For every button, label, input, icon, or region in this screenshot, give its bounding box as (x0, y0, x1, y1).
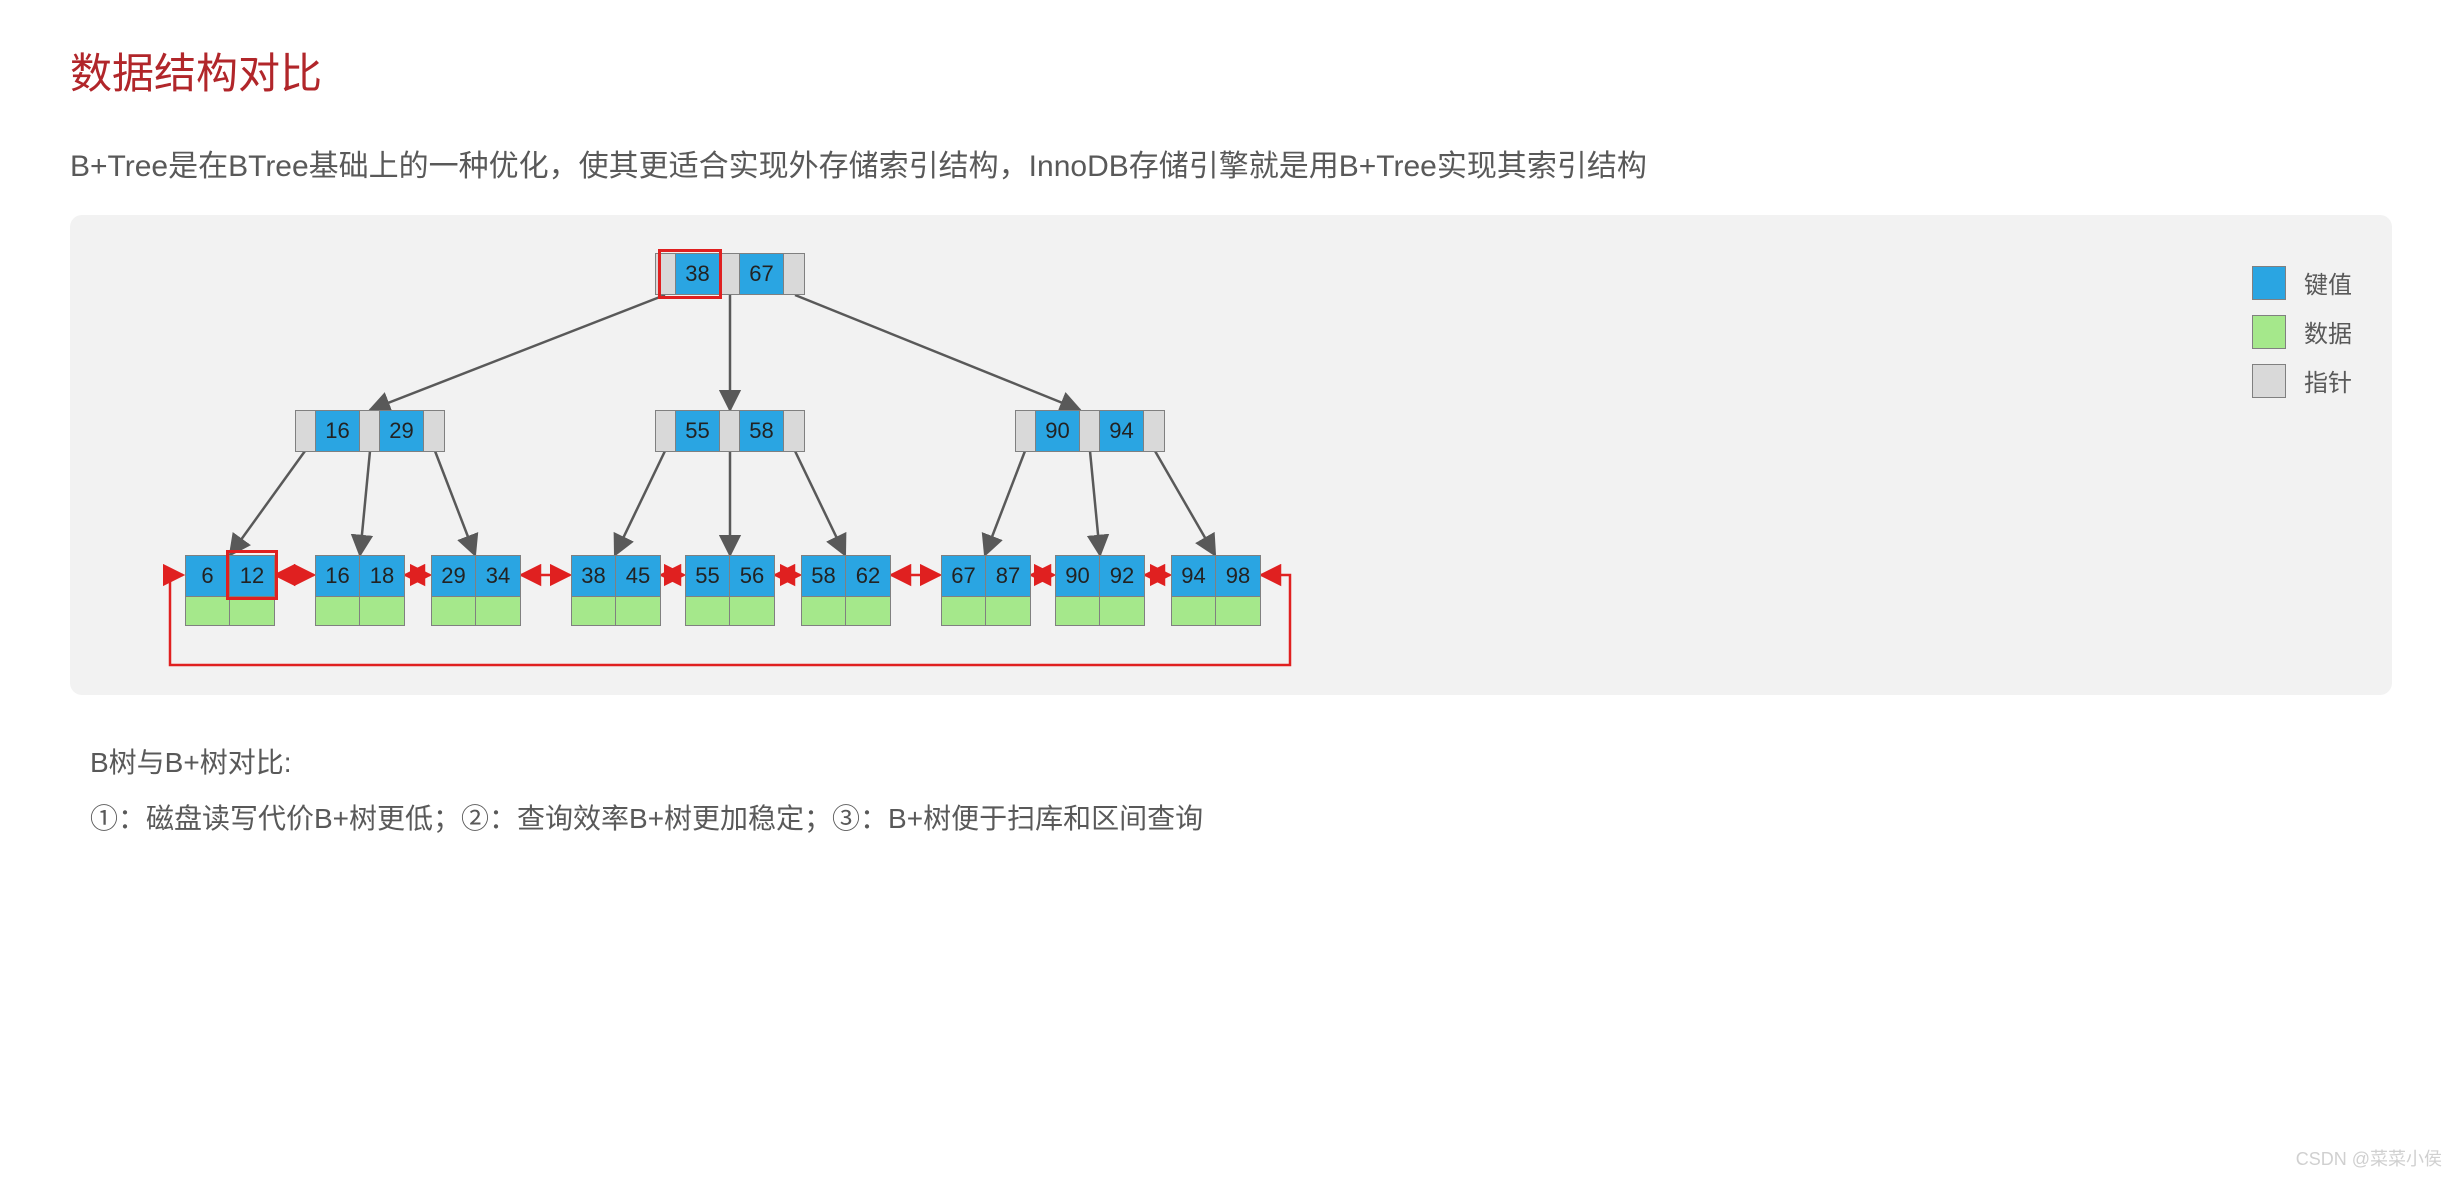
pointer-cell (656, 254, 676, 294)
data-cell (1172, 597, 1216, 625)
leaf-node: 90 92 (1055, 555, 1145, 626)
pointer-cell (424, 411, 444, 451)
data-cell (316, 597, 360, 625)
leaf-key-cell: 6 (186, 556, 230, 596)
data-cell (1056, 597, 1100, 625)
legend-label: 键值 (2304, 265, 2352, 300)
leaf-node: 58 62 (801, 555, 891, 626)
swatch-key (2252, 266, 2286, 300)
leaf-node: 29 34 (431, 555, 521, 626)
key-cell: 38 (676, 254, 720, 294)
pointer-cell (720, 411, 740, 451)
leaf-key-cell: 90 (1056, 556, 1100, 596)
legend-item-data: 数据 (2252, 314, 2352, 349)
legend: 键值 数据 指针 (2252, 265, 2352, 398)
key-cell: 94 (1100, 411, 1144, 451)
data-cell (846, 597, 890, 625)
data-cell (616, 597, 660, 625)
internal-node: 55 58 (655, 410, 805, 452)
leaf-node: 6 12 (185, 555, 275, 626)
leaf-key-cell: 12 (230, 556, 274, 596)
data-cell (1216, 597, 1260, 625)
bplus-tree-diagram: 38 67 16 29 55 58 90 94 6 12 16 (70, 215, 2392, 695)
subtitle: B+Tree是在BTree基础上的一种优化，使其更适合实现外存储索引结构，Inn… (70, 141, 2392, 185)
data-cell (942, 597, 986, 625)
data-cell (686, 597, 730, 625)
legend-item-key: 键值 (2252, 265, 2352, 300)
pointer-cell (720, 254, 740, 294)
comparison-title: B树与B+树对比: (90, 735, 2392, 791)
leaf-node: 55 56 (685, 555, 775, 626)
data-cell (476, 597, 520, 625)
key-cell: 67 (740, 254, 784, 294)
legend-label: 指针 (2304, 363, 2352, 398)
leaf-key-cell: 29 (432, 556, 476, 596)
leaf-key-cell: 67 (942, 556, 986, 596)
pointer-cell (784, 411, 804, 451)
leaf-key-cell: 45 (616, 556, 660, 596)
leaf-key-cell: 38 (572, 556, 616, 596)
leaf-key-cell: 98 (1216, 556, 1260, 596)
leaf-key-cell: 87 (986, 556, 1030, 596)
data-cell (432, 597, 476, 625)
legend-label: 数据 (2304, 314, 2352, 349)
key-cell: 58 (740, 411, 784, 451)
leaf-node: 38 45 (571, 555, 661, 626)
leaf-key-cell: 55 (686, 556, 730, 596)
leaf-key-cell: 18 (360, 556, 404, 596)
swatch-data (2252, 315, 2286, 349)
pointer-cell (296, 411, 316, 451)
watermark: CSDN @菜菜小侯 (2296, 1145, 2442, 1171)
key-cell: 16 (316, 411, 360, 451)
key-cell: 55 (676, 411, 720, 451)
data-cell (360, 597, 404, 625)
data-cell (730, 597, 774, 625)
data-cell (986, 597, 1030, 625)
leaf-key-cell: 16 (316, 556, 360, 596)
legend-item-ptr: 指针 (2252, 363, 2352, 398)
leaf-key-cell: 94 (1172, 556, 1216, 596)
comparison-points: ①：磁盘读写代价B+树更低；②：查询效率B+树更加稳定；③：B+树便于扫库和区间… (90, 791, 2392, 847)
swatch-ptr (2252, 364, 2286, 398)
leaf-node: 16 18 (315, 555, 405, 626)
pointer-cell (1144, 411, 1164, 451)
leaf-key-cell: 62 (846, 556, 890, 596)
pointer-cell (784, 254, 804, 294)
leaf-key-cell: 58 (802, 556, 846, 596)
comparison-section: B树与B+树对比: ①：磁盘读写代价B+树更低；②：查询效率B+树更加稳定；③：… (70, 735, 2392, 847)
page-title: 数据结构对比 (70, 40, 2392, 101)
internal-node: 90 94 (1015, 410, 1165, 452)
leaf-key-cell: 92 (1100, 556, 1144, 596)
leaf-key-cell: 56 (730, 556, 774, 596)
key-cell: 29 (380, 411, 424, 451)
pointer-cell (1080, 411, 1100, 451)
pointer-cell (360, 411, 380, 451)
pointer-cell (656, 411, 676, 451)
pointer-cell (1016, 411, 1036, 451)
leaf-node: 94 98 (1171, 555, 1261, 626)
key-cell: 90 (1036, 411, 1080, 451)
internal-node: 16 29 (295, 410, 445, 452)
data-cell (230, 597, 274, 625)
data-cell (572, 597, 616, 625)
data-cell (186, 597, 230, 625)
data-cell (1100, 597, 1144, 625)
leaf-key-cell: 34 (476, 556, 520, 596)
leaf-node: 67 87 (941, 555, 1031, 626)
data-cell (802, 597, 846, 625)
root-node: 38 67 (655, 253, 805, 295)
